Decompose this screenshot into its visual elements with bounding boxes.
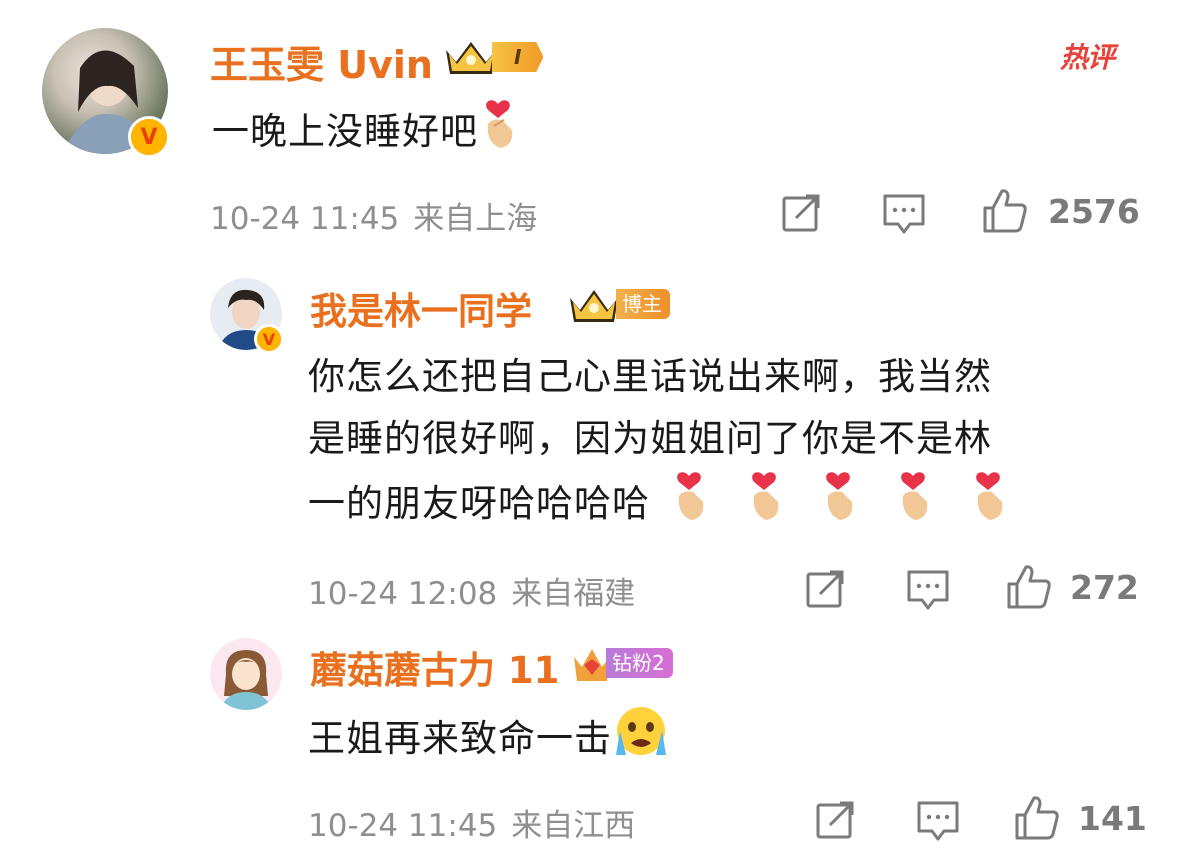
verified-badge: V <box>128 116 170 158</box>
finger-heart-icon <box>818 470 858 541</box>
crying-face-icon <box>612 705 670 776</box>
blogger-badge: 博主 <box>616 289 670 319</box>
thumbs-up-icon[interactable] <box>1014 795 1060 841</box>
fan-badge: 钻粉2 <box>606 648 673 678</box>
finger-heart-icon <box>968 470 1008 541</box>
finger-heart-icon <box>744 470 784 541</box>
username[interactable]: 我是林一同学 <box>310 281 532 335</box>
comment-text-content: 王姐再来致命一击 <box>308 717 612 760</box>
comment-text-content: 一晚上没睡好吧 <box>212 110 478 153</box>
finger-heart-icon <box>669 470 709 541</box>
comment-text: 王姐再来致命一击 <box>308 705 670 776</box>
like-count: 272 <box>1070 568 1139 607</box>
comment-text-line-emoji: 一的朋友呀哈哈哈哈 <box>308 470 1008 541</box>
crown-icon <box>570 290 618 322</box>
timestamp: 10-24 11:45 <box>210 201 400 237</box>
comment-icon[interactable] <box>882 192 926 236</box>
username[interactable]: 王玉雯 Uvin <box>210 34 433 89</box>
comment-meta: 10-24 11:45 来自江西 <box>308 800 635 845</box>
location: 来自上海 <box>413 201 538 237</box>
location: 来自福建 <box>511 576 636 612</box>
thumbs-up-icon[interactable] <box>982 188 1028 234</box>
comment-icon[interactable] <box>906 568 950 612</box>
comment-text-line: 一的朋友呀哈哈哈哈 <box>308 482 650 525</box>
comment-icon[interactable] <box>916 799 960 843</box>
like-count: 141 <box>1078 799 1147 838</box>
share-icon[interactable] <box>814 797 858 841</box>
comment-text-line: 是睡的很好啊，因为姐姐问了你是不是林 <box>308 417 992 460</box>
verified-badge: V <box>254 324 284 354</box>
level-badge: I <box>492 42 544 72</box>
comment-text-line: 你怎么还把自己心里话说出来啊，我当然 <box>308 355 992 398</box>
comment-text: 一晚上没睡好吧 <box>212 98 518 169</box>
comment-meta: 10-24 11:45 来自上海 <box>210 193 537 238</box>
thumbs-up-icon[interactable] <box>1006 564 1052 610</box>
crown-icon <box>446 42 496 74</box>
hot-comment-badge: 热评 <box>1060 41 1115 74</box>
username[interactable]: 蘑菇蘑古力 11 <box>310 640 559 694</box>
location: 来自江西 <box>511 808 636 844</box>
avatar[interactable] <box>210 638 282 710</box>
comment-meta: 10-24 12:08 来自福建 <box>308 568 635 613</box>
finger-heart-icon <box>893 470 933 541</box>
finger-heart-icon <box>478 98 518 169</box>
comment-text: 你怎么还把自己心里话说出来啊，我当然 是睡的很好啊，因为姐姐问了你是不是林 一的… <box>308 346 1008 541</box>
like-count: 2576 <box>1048 192 1140 231</box>
share-icon[interactable] <box>780 190 824 234</box>
timestamp: 10-24 11:45 <box>308 808 498 844</box>
timestamp: 10-24 12:08 <box>308 576 498 612</box>
share-icon[interactable] <box>804 566 848 610</box>
